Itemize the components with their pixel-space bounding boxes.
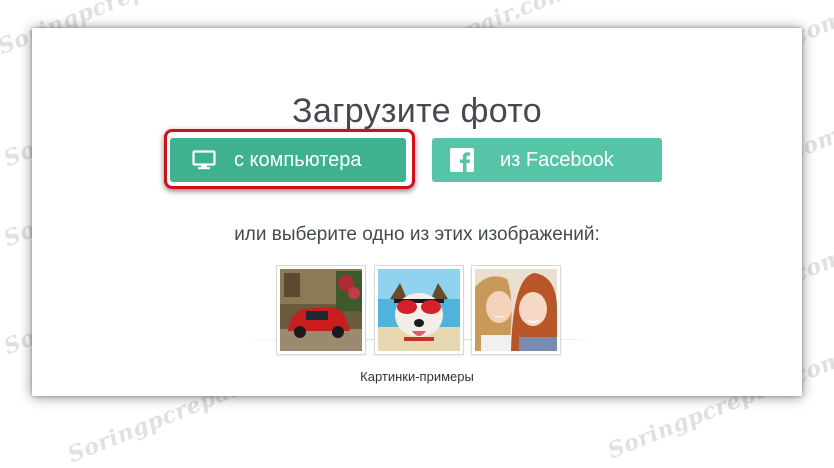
sample-two-women-thumbnail[interactable] xyxy=(471,265,561,355)
page-title: Загрузите фото xyxy=(292,92,542,130)
monitor-icon xyxy=(192,150,216,170)
facebook-icon xyxy=(450,148,474,172)
upload-from-facebook-label: из Facebook xyxy=(500,148,614,171)
upload-from-computer-label: с компьютера xyxy=(234,148,362,171)
upload-from-computer-button[interactable]: с компьютера xyxy=(170,138,406,182)
sample-red-car-thumbnail[interactable] xyxy=(276,265,366,355)
upload-from-facebook-button[interactable]: из Facebook xyxy=(432,138,662,182)
sample-images-caption: Картинки-примеры xyxy=(360,369,474,384)
upload-photo-panel: Загрузите фото с компьютера из Facebook … xyxy=(32,28,802,396)
choose-image-prompt: или выберите одно из этих изображений: xyxy=(234,224,600,245)
sample-dog-sunglasses-thumbnail[interactable] xyxy=(374,265,464,355)
